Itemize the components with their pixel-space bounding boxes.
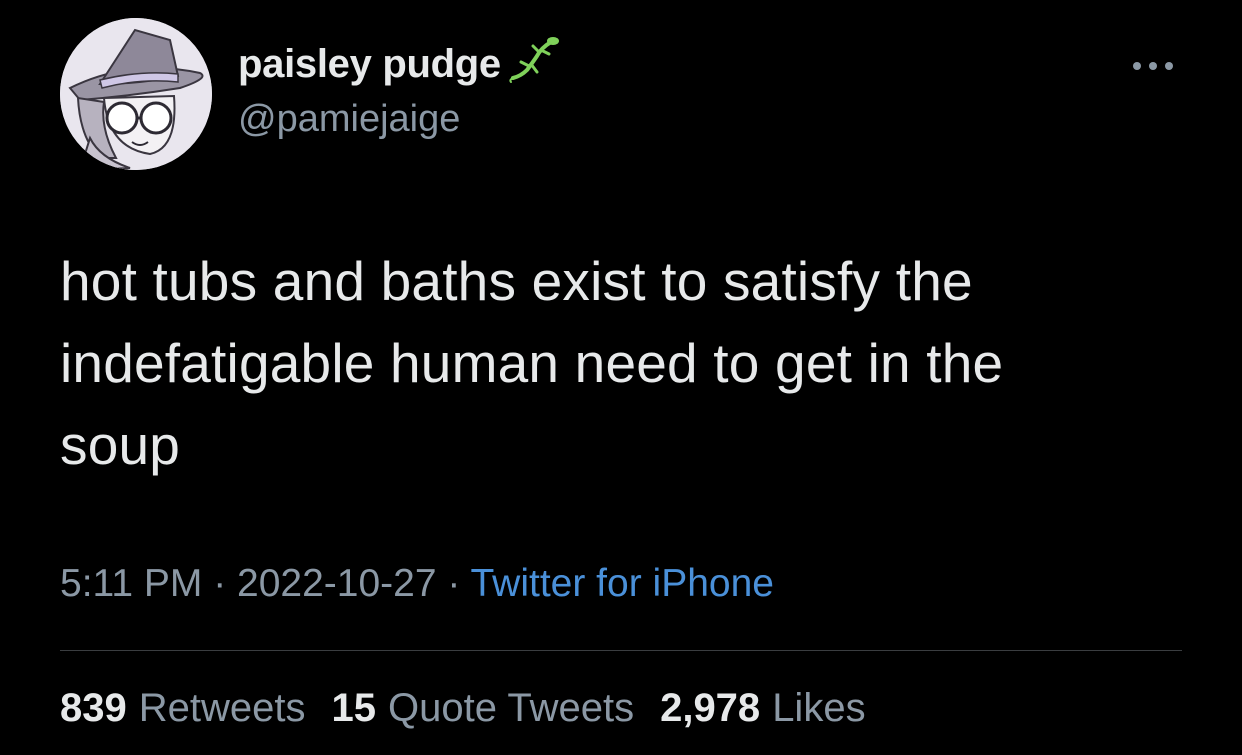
display-name[interactable]: paisley pudge (238, 42, 501, 87)
author-name-row[interactable]: paisley pudge (238, 36, 563, 87)
likes-label: Likes (772, 686, 866, 730)
likes-count: 2,978 (660, 686, 761, 730)
avatar[interactable] (60, 18, 212, 170)
likes-stat[interactable]: 2,978 Likes (660, 686, 866, 731)
meta-separator: · (202, 562, 238, 605)
quote-tweets-stat[interactable]: 15 Quote Tweets (332, 686, 635, 731)
meta-separator: · (436, 562, 471, 605)
lizard-icon (509, 36, 559, 83)
more-horizontal-icon[interactable] (1128, 54, 1178, 78)
tweet-time[interactable]: 5:11 PM (60, 562, 202, 605)
author-handle[interactable]: @pamiejaige (238, 98, 460, 141)
tweet-date[interactable]: 2022-10-27 (237, 562, 437, 605)
quote-tweets-label: Quote Tweets (388, 686, 635, 730)
tweet-meta: 5:11 PM · 2022-10-27 · Twitter for iPhon… (60, 562, 774, 606)
tweet-stats: 839 Retweets 15 Quote Tweets 2,978 Likes (60, 686, 866, 731)
retweets-count: 839 (60, 686, 127, 730)
tweet-text: hot tubs and baths exist to satisfy the … (60, 250, 1004, 476)
retweets-label: Retweets (138, 686, 306, 730)
quote-tweets-count: 15 (331, 686, 377, 730)
divider (60, 650, 1182, 651)
witch-avatar-icon (60, 18, 212, 170)
retweets-stat[interactable]: 839 Retweets (60, 686, 306, 731)
tweet-source-link[interactable]: Twitter for iPhone (471, 562, 774, 605)
